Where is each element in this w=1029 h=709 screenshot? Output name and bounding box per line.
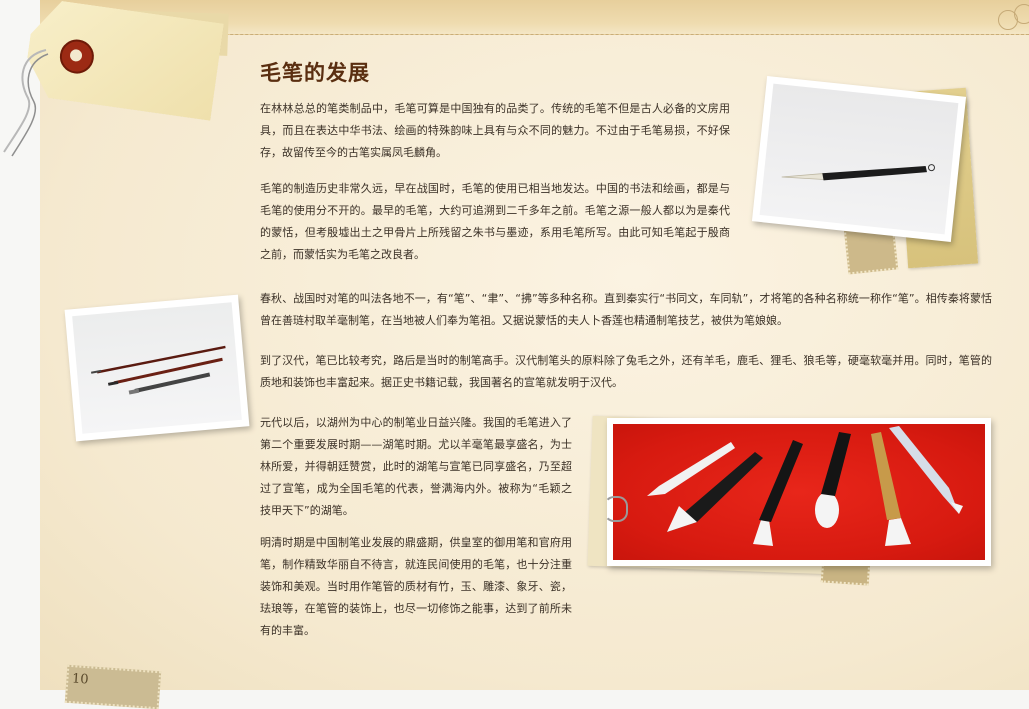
decorative-circle <box>1014 4 1029 24</box>
paragraph-han: 到了汉代，笔已比较考究，路后是当时的制笔高手。汉代制笔头的原料除了兔毛之外，还有… <box>260 354 992 389</box>
paperclip-icon <box>604 496 628 522</box>
page-title: 毛笔的发展 <box>260 61 370 85</box>
brush-photo-three <box>64 294 250 442</box>
paragraph-ming-qing: 明清时期是中国制笔业发展的鼎盛期，供皇室的御用笔和官府用笔，制作精致华丽自不待言… <box>260 536 572 637</box>
paragraph-yuan: 元代以后，以湖州为中心的制笔业日益兴隆。我国的毛笔进入了第二个重要发展时期——湖… <box>260 416 572 517</box>
brush-set-icon <box>90 345 226 395</box>
tag-string-icon <box>3 49 49 157</box>
paragraph-intro: 在林林总总的笔类制品中，毛笔可算是中国独有的品类了。传统的毛笔不但是古人必备的文… <box>260 102 730 159</box>
paragraph-history: 毛笔的制造历史非常久远，早在战国时，毛笔的使用已相当地发达。中国的书法和绘画，都… <box>260 182 730 261</box>
brush-photo-red <box>607 418 991 566</box>
stamp-number: 10 <box>71 671 90 688</box>
brush-photo-single <box>751 75 967 243</box>
calligraphy-brush-icon <box>781 164 935 181</box>
paragraph-qin: 春秋、战国时对笔的叫法各地不一，有“笔”、“聿”、“拂”等多种名称。直到秦实行“… <box>260 292 992 327</box>
brushes-on-red-icon <box>647 426 963 546</box>
tag-eyelet <box>58 37 96 75</box>
